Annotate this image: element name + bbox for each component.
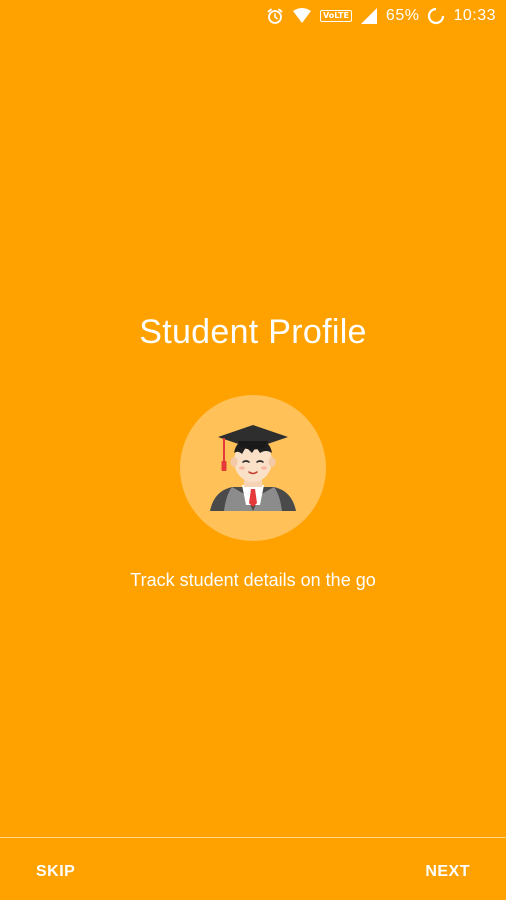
wifi-icon — [292, 8, 312, 24]
alarm-icon — [266, 7, 284, 25]
clock: 10:33 — [453, 7, 496, 24]
skip-button[interactable]: SKIP — [28, 855, 83, 889]
signal-icon — [360, 7, 378, 25]
footer-divider — [0, 837, 506, 838]
next-button[interactable]: NEXT — [417, 855, 478, 889]
status-icons: VoLTE 65% 10:33 — [266, 5, 496, 27]
page-title: Student Profile — [139, 313, 367, 351]
volte-icon: VoLTE — [319, 10, 352, 22]
subtitle: Track student details on the go — [130, 570, 376, 590]
graduate-student-icon — [180, 395, 326, 541]
battery-icon — [427, 7, 445, 25]
battery-percent: 65% — [385, 7, 420, 24]
status-bar: VoLTE 65% 10:33 — [0, 0, 506, 32]
